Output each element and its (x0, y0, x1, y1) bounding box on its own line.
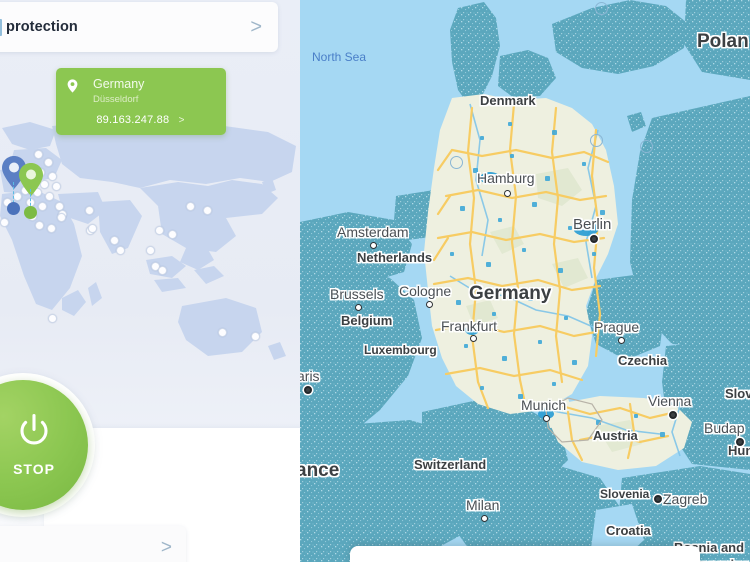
city-marker-budapest[interactable] (736, 438, 744, 446)
city-marker-zagreb[interactable] (654, 495, 662, 503)
map-panel[interactable]: North Sea Denmark Netherlands Belgium Lu… (300, 0, 750, 562)
server-location-dot[interactable] (48, 172, 57, 181)
map-label-munich: Munich (521, 397, 567, 413)
location-card-header: Germany Düsseldorf (67, 77, 214, 107)
map-label-czechia: Czechia (618, 353, 668, 368)
server-location-dot[interactable] (88, 224, 97, 233)
city-marker-vienna[interactable] (669, 411, 677, 419)
map-label-switzerland: Switzerland (414, 457, 487, 472)
chevron-right-icon[interactable]: > (161, 538, 172, 557)
city-marker-amsterdam[interactable] (370, 242, 377, 249)
map-label-luxembourg: Luxembourg (364, 343, 437, 357)
map-label-prague: Prague (594, 319, 640, 335)
city-marker-brussels[interactable] (355, 304, 362, 311)
connected-location-card[interactable]: Germany Düsseldorf 89.163.247.88 > (56, 68, 226, 135)
server-location-dot[interactable] (251, 332, 260, 341)
connected-pin-base (24, 206, 37, 219)
map-bottom-sheet[interactable] (350, 546, 700, 562)
city-marker-frankfurt[interactable] (470, 335, 477, 342)
map-label-denmark: Denmark (480, 93, 536, 108)
power-icon (16, 413, 52, 454)
city-marker-munich[interactable] (543, 415, 550, 422)
map-label-netherlands: Netherlands (357, 250, 433, 265)
sidebar-panel: protection > Germany Düsseldorf 89.163.2… (0, 0, 300, 562)
server-ring-marker[interactable] (590, 134, 603, 147)
server-location-dot[interactable] (48, 314, 57, 323)
map-label-frankfurt: Frankfurt (441, 318, 498, 334)
city-marker-paris[interactable] (304, 386, 312, 394)
chevron-right-icon[interactable]: > (179, 115, 185, 126)
map-pin-icon (67, 79, 82, 98)
city-marker-milan[interactable] (481, 515, 488, 522)
city-marker-berlin[interactable] (590, 235, 598, 243)
server-location-dot[interactable] (218, 328, 227, 337)
server-location-dot[interactable] (0, 218, 9, 227)
location-card-texts: Germany Düsseldorf (93, 77, 144, 107)
stop-button[interactable]: STOP (0, 380, 88, 510)
ip-address-value: 89.163.247.88 (96, 114, 170, 126)
ip-address-row[interactable]: 89.163.247.88 > (67, 114, 214, 126)
server-location-dot[interactable] (44, 158, 53, 167)
server-location-dot[interactable] (85, 206, 94, 215)
map-label-north-sea: North Sea (312, 50, 367, 64)
map-label-slovakia: Slov (725, 386, 750, 401)
map-canvas (300, 0, 750, 562)
connected-location-pin[interactable] (18, 162, 44, 219)
map-label-austria: Austria (593, 428, 638, 443)
stop-button-label: STOP (13, 461, 55, 477)
server-location-dot[interactable] (158, 266, 167, 275)
map-label-zagreb: Zagreb (663, 491, 708, 507)
server-location-dot[interactable] (38, 202, 47, 211)
map-label-paris: aris (300, 368, 320, 384)
server-location-dot[interactable] (34, 150, 43, 159)
city-marker-prague[interactable] (618, 337, 625, 344)
map-label-slovenia: Slovenia (600, 487, 650, 501)
server-location-dot[interactable] (45, 192, 54, 201)
map-label-belgium: Belgium (341, 313, 393, 328)
bottom-card[interactable]: > (0, 526, 186, 562)
city-marker-cologne[interactable] (426, 301, 433, 308)
map-label-budapest: Budap (704, 420, 745, 436)
city-marker-hamburg[interactable] (504, 190, 511, 197)
world-map-background (0, 120, 300, 410)
location-country-label: Germany (93, 77, 145, 91)
protection-card-label: protection (6, 19, 78, 35)
map-label-amsterdam: Amsterdam (337, 224, 409, 240)
chevron-right-icon[interactable]: > (250, 17, 262, 37)
map-label-vienna: Vienna (648, 393, 692, 409)
map-label-hamburg: Hamburg (477, 170, 535, 186)
location-city-label: Düsseldorf (93, 93, 139, 105)
server-ring-marker[interactable] (640, 140, 653, 153)
map-label-france: ance (300, 460, 340, 481)
protection-accent-bar (0, 18, 2, 36)
server-location-dot[interactable] (146, 246, 155, 255)
map-label-cologne: Cologne (399, 283, 452, 299)
map-label-brussels: Brussels (330, 286, 384, 302)
server-location-dot[interactable] (110, 236, 119, 245)
server-location-dot[interactable] (47, 224, 56, 233)
server-location-dot[interactable] (35, 221, 44, 230)
map-label-croatia: Croatia (606, 523, 651, 538)
map-label-berlin: Berlin (573, 216, 612, 233)
server-location-dot[interactable] (186, 202, 195, 211)
map-label-germany: Germany (469, 283, 552, 304)
origin-pin-base (7, 202, 20, 215)
server-location-dot[interactable] (203, 206, 212, 215)
map-label-poland: Polan (697, 31, 749, 52)
server-ring-marker[interactable] (595, 2, 608, 15)
server-location-dot[interactable] (52, 182, 61, 191)
server-location-dot[interactable] (168, 230, 177, 239)
protection-card[interactable]: protection > (0, 2, 278, 52)
server-location-dot[interactable] (57, 213, 66, 222)
map-label-milan: Milan (466, 497, 500, 513)
server-location-dot[interactable] (116, 246, 125, 255)
server-ring-marker[interactable] (450, 156, 463, 169)
server-location-dot[interactable] (155, 226, 164, 235)
